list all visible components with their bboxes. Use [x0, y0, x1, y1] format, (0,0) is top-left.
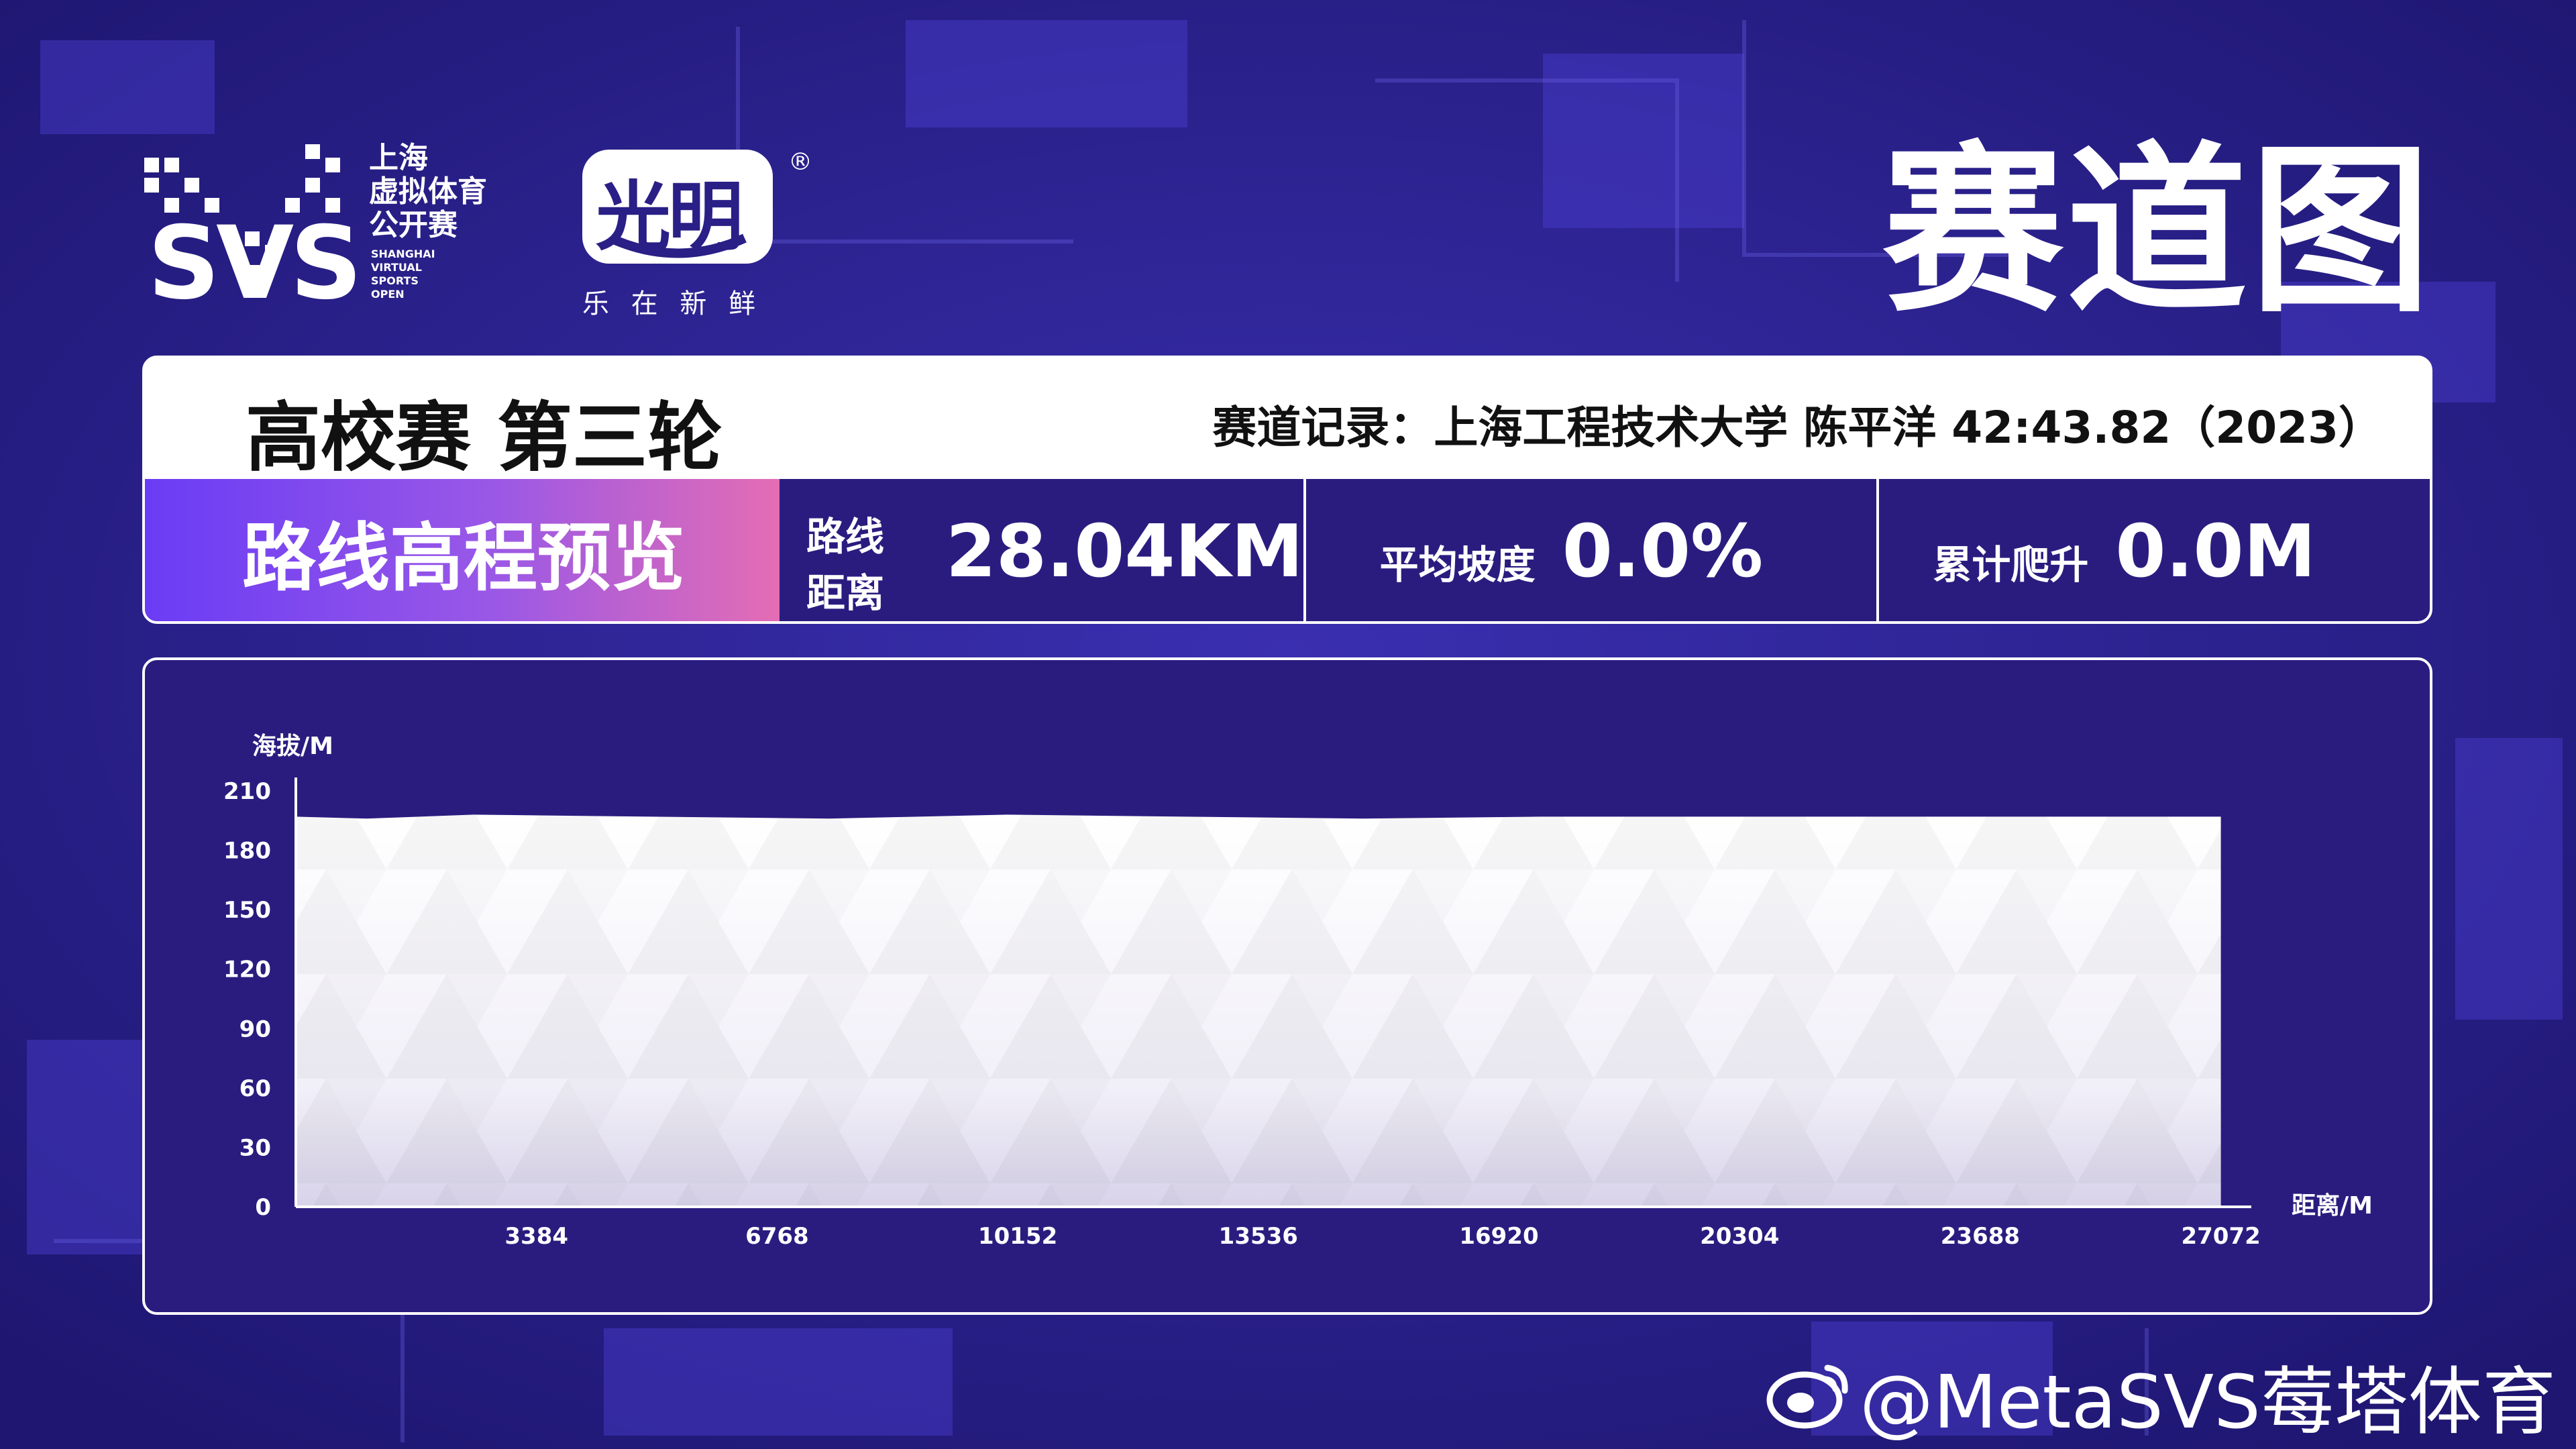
brand-logo: 光明 ® 乐 在 新 鲜 [577, 144, 818, 319]
stat-distance-label: 路线距离 [806, 514, 885, 616]
brand-registered: ® [788, 148, 812, 176]
stat-slope: 平均坡度 0.0% [1303, 479, 1877, 621]
svs-logo-en2: VIRTUAL [371, 261, 422, 274]
stat-slope-label: 平均坡度 [1379, 542, 1536, 588]
page-title: 赛道图 [1882, 125, 2434, 337]
svs-logo-en1: SHANGHAI [371, 248, 435, 260]
x-tick-label: 10152 [978, 1223, 1057, 1250]
x-tick-label: 3384 [504, 1223, 568, 1250]
stat-distance-value: 28.04KM [945, 509, 1303, 594]
weibo-icon [1766, 1364, 1848, 1429]
x-tick-label: 6768 [745, 1223, 809, 1250]
y-tick-label: 30 [239, 1134, 271, 1161]
y-tick-label: 180 [223, 838, 271, 865]
y-axis-label: 海拔/M [252, 733, 333, 760]
x-tick-label: 13536 [1219, 1223, 1298, 1250]
stat-distance: 路线距离 28.04KM [780, 479, 1303, 621]
y-tick-label: 0 [255, 1194, 271, 1221]
y-tick-label: 120 [223, 957, 271, 983]
race-info-panel: 高校赛 第三轮 赛道记录：上海工程技术大学 陈平洋 42:43.82（2023）… [142, 356, 2432, 624]
svs-logo-en4: OPEN [371, 288, 405, 301]
stat-slope-value: 0.0% [1562, 509, 1764, 594]
watermark-text: @MetaSVS莓塔体育 [1859, 1359, 2556, 1445]
svs-logo-line2: 虚拟体育 [369, 174, 487, 209]
stats-row: 路线高程预览 路线距离 28.04KM 平均坡度 0.0% 累计爬升 0.0M [145, 479, 2430, 621]
x-tick-label: 23688 [1941, 1223, 2020, 1250]
x-tick-label: 27072 [2181, 1223, 2260, 1250]
svs-logo-line3: 公开赛 [369, 208, 458, 242]
watermark: @MetaSVS莓塔体育 [1766, 1342, 2556, 1449]
y-tick-label: 210 [223, 778, 271, 805]
elevation-area-texture [296, 814, 2221, 1207]
svs-logo-en3: SPORTS [371, 274, 419, 287]
y-tick-label: 90 [239, 1016, 271, 1042]
elevation-chart: 海拔/M 距离/M 0 30 60 90 120 150 180 210 3384 6768 10152… [223, 733, 2373, 1250]
brand-slogan: 乐 在 新 鲜 [582, 288, 763, 319]
elevation-preview-label: 路线高程预览 [242, 515, 685, 601]
y-tick-label: 60 [239, 1075, 271, 1102]
svs-logo-line1: 上海 [369, 141, 428, 175]
course-record: 赛道记录：上海工程技术大学 陈平洋 42:43.82（2023） [1212, 402, 2383, 453]
stat-climb-label: 累计爬升 [1933, 542, 2089, 588]
svs-logo: SVS 上海 虚拟体育 公开赛 SHANGHAI VIRTUAL SPORTS … [138, 131, 500, 317]
svs-mark: SVS [148, 205, 362, 322]
stat-climb: 累计爬升 0.0M [1876, 479, 2430, 621]
elevation-chart-panel: 海拔/M 距离/M 0 30 60 90 120 150 180 210 3384 6768 10152… [142, 657, 2432, 1315]
race-name: 高校赛 第三轮 [246, 394, 722, 482]
elevation-preview-label-block: 路线高程预览 [145, 479, 780, 621]
x-tick-label: 20304 [1700, 1223, 1779, 1250]
y-tick-label: 150 [223, 897, 271, 924]
brand-name: 光明 [596, 174, 743, 261]
stat-climb-value: 0.0M [2115, 509, 2316, 594]
x-axis-label: 距离/M [2292, 1192, 2373, 1220]
x-tick-label: 16920 [1459, 1223, 1538, 1250]
